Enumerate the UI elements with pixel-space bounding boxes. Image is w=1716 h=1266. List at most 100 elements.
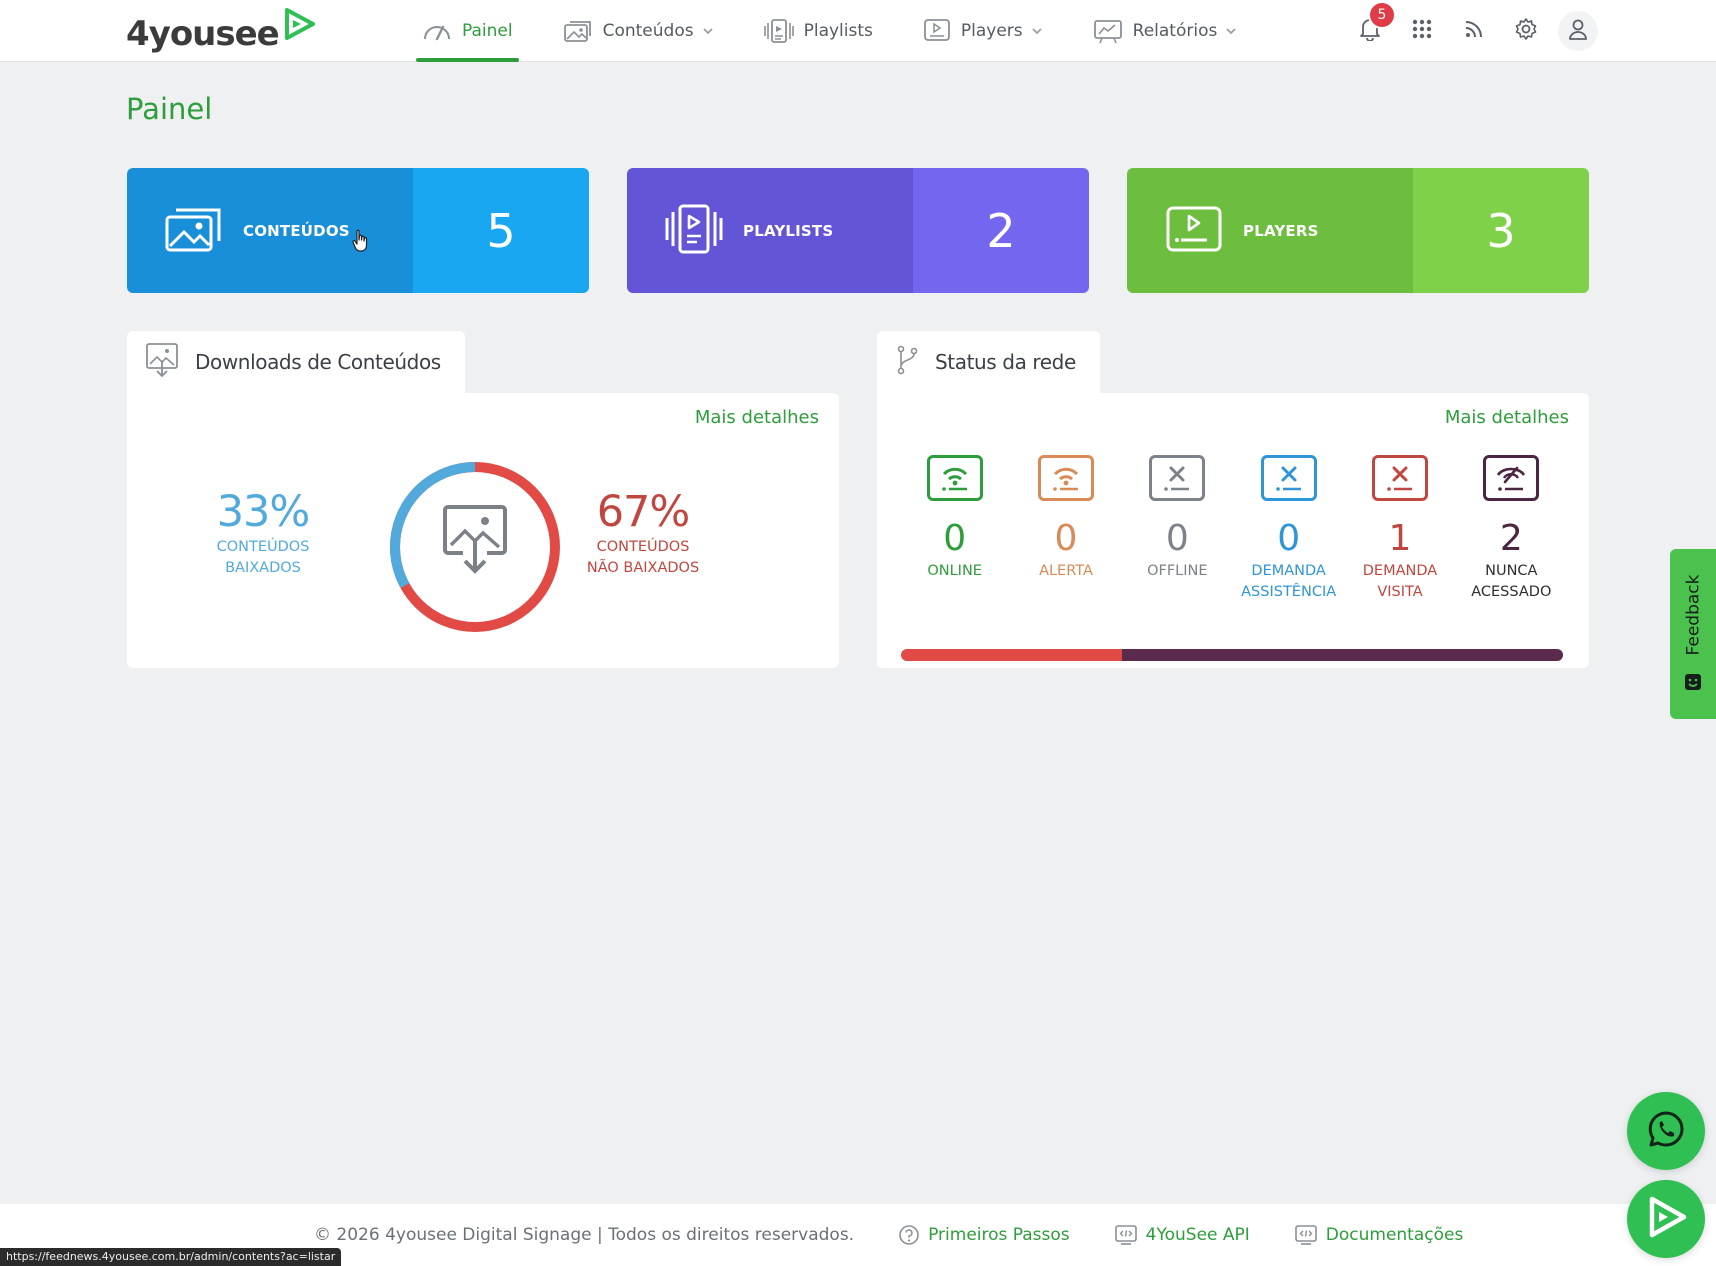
- feedback-label: Feedback: [1683, 574, 1703, 656]
- wifi-alert-screen-icon: [1037, 455, 1094, 501]
- stat-card-value: 2: [913, 168, 1089, 293]
- nav-item-label: Playlists: [803, 21, 873, 41]
- offline-screen-icon: [1149, 455, 1206, 501]
- feeds-button[interactable]: [1454, 11, 1494, 51]
- downloaded-percent: 33%: [216, 487, 311, 537]
- status-label: ONLINE: [927, 563, 982, 579]
- status-count: 0: [1054, 518, 1078, 559]
- apps-menu-button[interactable]: [1402, 11, 1442, 51]
- nav-item-label: Painel: [462, 21, 513, 41]
- nav-item-relatorios[interactable]: Relatórios: [1085, 0, 1246, 62]
- whatsapp-icon: [1646, 1109, 1686, 1153]
- downloads-donut-chart: [390, 462, 560, 632]
- network-status-bar: [901, 649, 1563, 661]
- footer-link-label: Primeiros Passos: [928, 1225, 1070, 1245]
- main-nav: Painel Conteúdos Playlists Players Relat…: [414, 0, 1279, 62]
- stat-cards: CONTEÚDOS 5 PLAYLISTS 2 PLAYERS 3: [127, 168, 1589, 293]
- status-alerta[interactable]: 0 ALERTA: [1010, 455, 1121, 605]
- nav-item-conteudos[interactable]: Conteúdos: [555, 0, 722, 62]
- feedback-smile-icon: [1684, 673, 1702, 695]
- images-icon: [165, 205, 223, 257]
- apps-grid-icon: [1412, 19, 1432, 43]
- help-circle-icon: [898, 1224, 920, 1246]
- status-offline[interactable]: 0 OFFLINE: [1122, 455, 1233, 605]
- nav-item-painel[interactable]: Painel: [414, 0, 521, 62]
- status-count: 2: [1499, 518, 1523, 559]
- hand-cursor-icon: [352, 229, 370, 257]
- chevron-down-icon: [1031, 27, 1043, 35]
- logo-text: 4yousee: [126, 14, 280, 54]
- network-status-panel: Status da rede Mais detalhes 0 ONLINE 0 …: [877, 331, 1589, 668]
- player-screen-icon: [923, 18, 951, 44]
- whatsapp-chat-button[interactable]: [1627, 1092, 1705, 1170]
- branch-icon: [895, 345, 919, 379]
- status-label: OFFLINE: [1147, 563, 1208, 579]
- stat-card-playlists[interactable]: PLAYLISTS 2: [627, 168, 1089, 293]
- notifications-button[interactable]: 5: [1350, 1, 1396, 51]
- status-label: DEMANDA: [1362, 563, 1438, 579]
- status-label: DEMANDA: [1251, 563, 1326, 579]
- more-details-link[interactable]: Mais detalhes: [695, 407, 819, 428]
- gauge-icon: [422, 20, 452, 42]
- status-bar-segment-nunca-acessado: [1121, 649, 1563, 661]
- not-downloaded-percent: 67%: [596, 487, 691, 537]
- status-count: 0: [1165, 518, 1189, 559]
- wifi-screen-icon: [926, 455, 983, 501]
- status-label-line-2: VISITA: [1377, 584, 1423, 600]
- status-label-line-2: ACESSADO: [1471, 584, 1552, 600]
- stat-card-label: PLAYERS: [1243, 221, 1319, 240]
- notification-count-badge: 5: [1368, 1, 1396, 29]
- feedback-tab[interactable]: Feedback: [1670, 549, 1716, 719]
- nav-item-playlists[interactable]: Playlists: [756, 0, 881, 62]
- play-arrow-icon: [1642, 1193, 1690, 1245]
- status-label: ALERTA: [1039, 563, 1093, 579]
- report-chart-icon: [1093, 18, 1123, 44]
- assist-screen-icon: [1260, 455, 1317, 501]
- settings-button[interactable]: [1506, 11, 1546, 51]
- panel-title: Downloads de Conteúdos: [195, 350, 441, 374]
- never-accessed-screen-icon: [1483, 455, 1540, 501]
- nav-item-label: Relatórios: [1132, 21, 1218, 41]
- nav-item-label: Players: [960, 21, 1023, 41]
- image-download-icon: [145, 342, 179, 382]
- stat-card-players[interactable]: PLAYERS 3: [1127, 168, 1589, 293]
- footer-link-primeiros-passos[interactable]: Primeiros Passos: [898, 1224, 1070, 1246]
- browser-status-url: https://feednews.4yousee.com.br/admin/co…: [0, 1248, 342, 1266]
- more-details-link[interactable]: Mais detalhes: [1445, 407, 1569, 428]
- status-count: 1: [1388, 518, 1412, 559]
- downloads-panel-body: Mais detalhes 33% CONTEÚDOS BAIXADOS 67%…: [127, 393, 839, 668]
- playlist-icon: [665, 204, 723, 258]
- status-demanda-visita[interactable]: 1 DEMANDA VISITA: [1344, 455, 1455, 605]
- user-menu-button[interactable]: [1558, 11, 1598, 51]
- footer-link-api[interactable]: 4YouSee API: [1114, 1224, 1250, 1246]
- gear-icon: [1514, 17, 1538, 45]
- panel-title: Status da rede: [935, 350, 1076, 374]
- copyright-text: © 2026 4yousee Digital Signage | Todos o…: [314, 1225, 855, 1245]
- status-bar-segment-demanda-visita: [901, 649, 1122, 661]
- downloaded-label-line-1: CONTEÚDOS: [216, 539, 310, 555]
- code-window-icon: [1114, 1224, 1138, 1246]
- status-count: 0: [1277, 518, 1301, 559]
- stat-card-value: 3: [1413, 168, 1589, 293]
- visit-screen-icon: [1371, 455, 1428, 501]
- image-download-icon: [443, 505, 507, 574]
- status-label: NUNCA: [1485, 563, 1538, 579]
- assistant-launcher-button[interactable]: [1627, 1180, 1705, 1258]
- network-status-list: 0 ONLINE 0 ALERTA 0 OFFLINE 0 DEMANDA AS…: [899, 455, 1567, 605]
- rss-icon: [1464, 19, 1484, 43]
- logo[interactable]: 4yousee: [126, 8, 317, 56]
- images-icon: [563, 19, 593, 43]
- status-demanda-assistencia[interactable]: 0 DEMANDA ASSISTÊNCIA: [1233, 455, 1344, 605]
- page-title: Painel: [126, 92, 213, 126]
- nav-item-players[interactable]: Players: [915, 0, 1051, 62]
- status-online[interactable]: 0 ONLINE: [899, 455, 1010, 605]
- downloads-panel: Downloads de Conteúdos Mais detalhes 33%…: [127, 331, 839, 668]
- status-nunca-acessado[interactable]: 2 NUNCA ACESSADO: [1456, 455, 1567, 605]
- footer-link-label: 4YouSee API: [1145, 1225, 1250, 1245]
- status-label-line-2: ASSISTÊNCIA: [1241, 584, 1337, 600]
- network-panel-body: Mais detalhes 0 ONLINE 0 ALERTA 0 OFFLIN…: [877, 393, 1589, 668]
- footer-link-label: Documentações: [1325, 1225, 1464, 1245]
- stat-card-label: CONTEÚDOS: [243, 221, 350, 240]
- logo-play-mark-icon: [281, 6, 317, 46]
- footer-link-documentacoes[interactable]: Documentações: [1294, 1224, 1464, 1246]
